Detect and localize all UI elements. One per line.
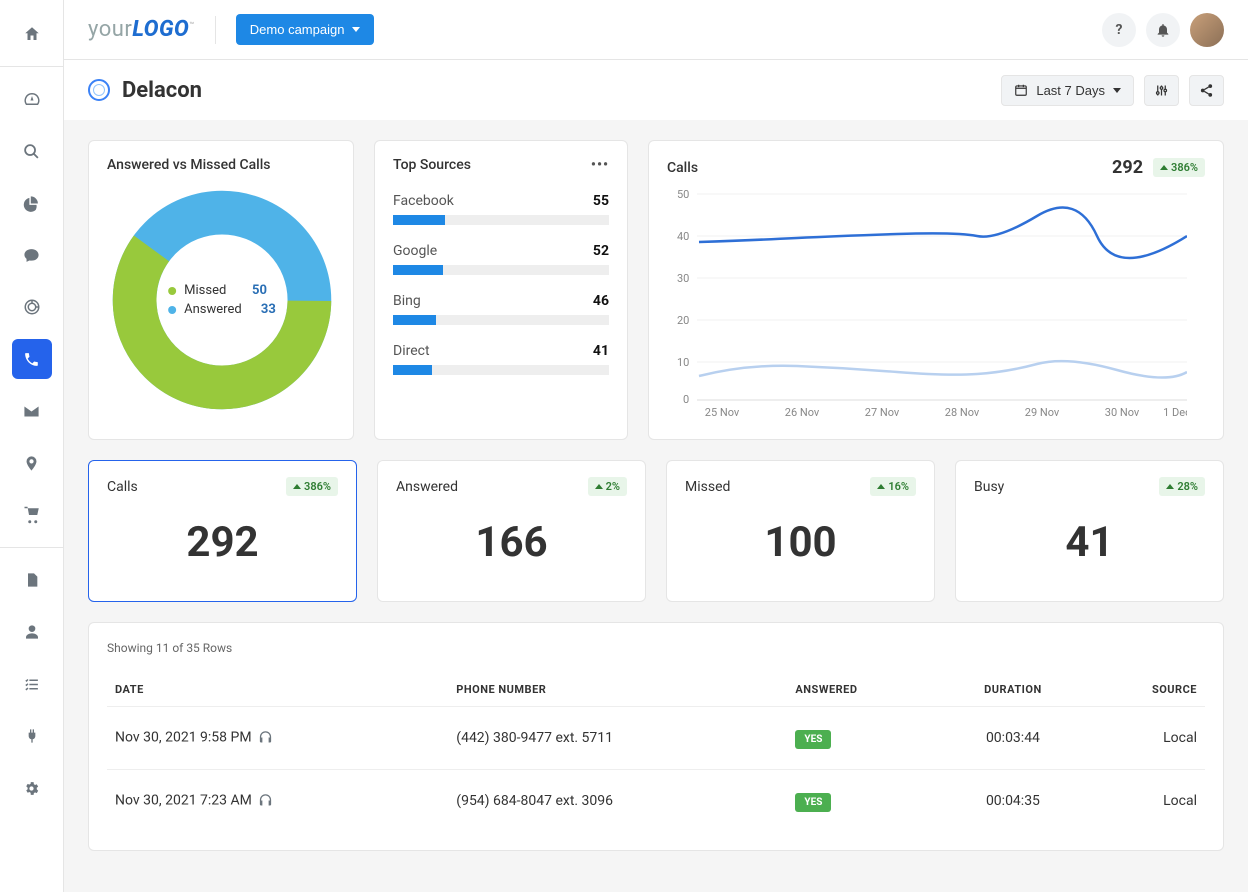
- answered-vs-missed-card: Answered vs Missed Calls Missed 50 Answe…: [88, 140, 354, 440]
- svg-text:0: 0: [683, 393, 689, 406]
- filter-button[interactable]: [1144, 75, 1179, 106]
- cart-icon: [23, 506, 41, 524]
- help-button[interactable]: ?: [1102, 13, 1136, 47]
- legend-answered: Answered: [184, 302, 242, 317]
- nav-home[interactable]: [12, 14, 52, 54]
- col-phone[interactable]: PHONE NUMBER: [448, 673, 787, 707]
- chevron-down-icon: [352, 27, 360, 32]
- notifications-button[interactable]: [1146, 13, 1180, 47]
- kpi-calls[interactable]: Calls386%292: [88, 460, 357, 602]
- help-icon: ?: [1116, 22, 1123, 38]
- svg-text:30 Nov: 30 Nov: [1105, 406, 1140, 418]
- col-source[interactable]: SOURCE: [1085, 673, 1205, 707]
- phone-icon: [23, 351, 40, 368]
- svg-text:26 Nov: 26 Nov: [785, 406, 820, 418]
- svg-text:25 Nov: 25 Nov: [705, 406, 740, 418]
- calendar-icon: [1014, 83, 1028, 97]
- chat-icon: [23, 247, 40, 264]
- list-icon: [23, 676, 40, 693]
- nav-integrations[interactable]: [12, 716, 52, 756]
- more-icon[interactable]: •••: [591, 157, 609, 173]
- nav-email[interactable]: [12, 391, 52, 431]
- nav-location[interactable]: [12, 443, 52, 483]
- calls-table: DATE PHONE NUMBER ANSWERED DURATION SOUR…: [107, 673, 1205, 832]
- table-row[interactable]: Nov 30, 2021 7:23 AM(954) 684-8047 ext. …: [107, 770, 1205, 833]
- svg-text:50: 50: [677, 188, 689, 201]
- card-title: Answered vs Missed Calls: [107, 157, 335, 173]
- chevron-down-icon: [1113, 88, 1121, 93]
- sidebar: [0, 0, 64, 892]
- calls-total: 292: [1112, 157, 1143, 178]
- svg-text:30: 30: [677, 272, 689, 285]
- nav-chat[interactable]: [12, 235, 52, 275]
- search-icon: [23, 143, 40, 160]
- kpi-missed[interactable]: Missed16%100: [666, 460, 935, 602]
- home-icon: [23, 25, 41, 43]
- campaign-selector[interactable]: Demo campaign: [236, 14, 375, 45]
- source-row: Direct41: [393, 343, 609, 375]
- nav-target[interactable]: [12, 287, 52, 327]
- nav-tasks[interactable]: [12, 664, 52, 704]
- page-title: Delacon: [122, 78, 202, 103]
- pie-chart-icon: [23, 195, 40, 212]
- nav-analytics[interactable]: [12, 183, 52, 223]
- envelope-icon: [23, 403, 40, 420]
- nav-settings[interactable]: [12, 768, 52, 808]
- nav-calls[interactable]: [12, 339, 52, 379]
- col-date[interactable]: DATE: [107, 673, 448, 707]
- sliders-icon: [1154, 83, 1169, 98]
- subheader: Delacon Last 7 Days: [64, 60, 1248, 120]
- brand-icon: [88, 79, 110, 101]
- calls-change-badge: 386%: [1153, 158, 1205, 177]
- legend-missed: Missed: [184, 283, 226, 298]
- user-icon: [24, 624, 40, 640]
- document-icon: [24, 572, 40, 588]
- col-answered[interactable]: ANSWERED: [787, 673, 940, 707]
- topbar: yourLOGO™ Demo campaign ?: [64, 0, 1248, 60]
- source-row: Facebook55: [393, 193, 609, 225]
- nav-reports[interactable]: [12, 560, 52, 600]
- col-duration[interactable]: DURATION: [941, 673, 1085, 707]
- line-chart: 50 40 30 20 10 0 25 Nov 26 Nov 27 Nov 28 Nov 29 N…: [667, 178, 1187, 418]
- headphones-icon[interactable]: [258, 792, 273, 810]
- nav-search[interactable]: [12, 131, 52, 171]
- svg-text:40: 40: [677, 230, 689, 243]
- nav-dashboard[interactable]: [12, 79, 52, 119]
- svg-text:27 Nov: 27 Nov: [865, 406, 900, 418]
- bell-icon: [1155, 22, 1171, 38]
- gear-icon: [23, 780, 40, 797]
- plug-icon: [24, 728, 40, 744]
- kpi-busy[interactable]: Busy28%41: [955, 460, 1224, 602]
- pin-icon: [23, 455, 40, 472]
- share-button[interactable]: [1189, 75, 1224, 106]
- card-title: Top Sources: [393, 157, 471, 173]
- nav-cart[interactable]: [12, 495, 52, 535]
- avatar[interactable]: [1190, 13, 1224, 47]
- svg-text:28 Nov: 28 Nov: [945, 406, 980, 418]
- headphones-icon[interactable]: [258, 729, 273, 747]
- source-row: Google52: [393, 243, 609, 275]
- source-row: Bing46: [393, 293, 609, 325]
- table-showing: Showing 11 of 35 Rows: [107, 641, 1205, 655]
- gauge-icon: [23, 90, 41, 108]
- nav-user[interactable]: [12, 612, 52, 652]
- top-sources-card: Top Sources ••• Facebook55 Google52 Bing46…: [374, 140, 628, 440]
- table-row[interactable]: Nov 30, 2021 9:58 PM(442) 380-9477 ext. …: [107, 707, 1205, 770]
- share-icon: [1199, 83, 1214, 98]
- svg-text:29 Nov: 29 Nov: [1025, 406, 1060, 418]
- svg-text:10: 10: [677, 356, 689, 369]
- calls-chart-card: Calls 292 386% 50403020100 25 Nov26: [648, 140, 1224, 440]
- calls-table-card: Showing 11 of 35 Rows DATE PHONE NUMBER …: [88, 622, 1224, 851]
- date-range-picker[interactable]: Last 7 Days: [1001, 75, 1134, 106]
- card-title: Calls: [667, 160, 698, 176]
- kpi-answered[interactable]: Answered2%166: [377, 460, 646, 602]
- svg-text:20: 20: [677, 314, 689, 327]
- logo: yourLOGO™: [88, 17, 195, 42]
- svg-text:1 Dec: 1 Dec: [1163, 406, 1187, 418]
- target-icon: [23, 298, 41, 316]
